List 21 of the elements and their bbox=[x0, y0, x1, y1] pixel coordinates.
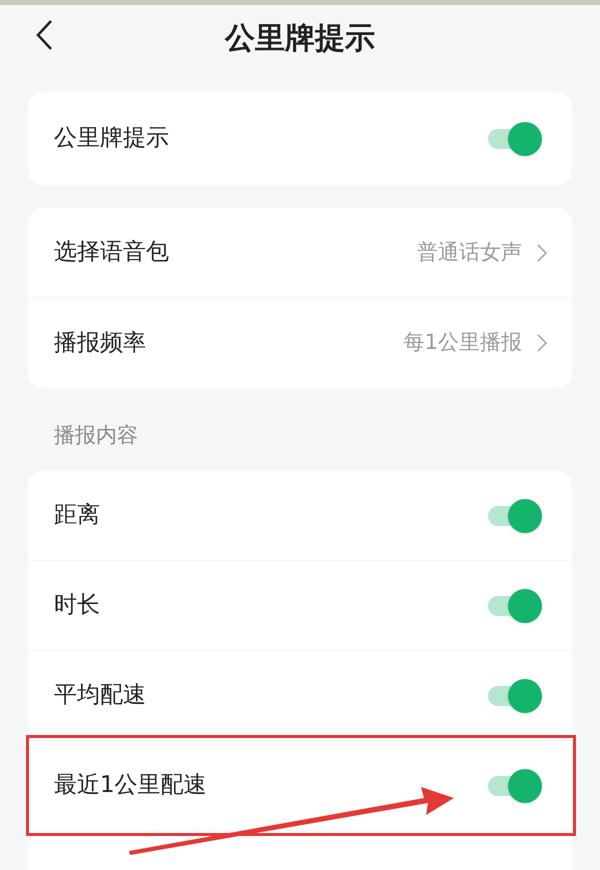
settings-row[interactable]: 选择语音包 普通话女声 bbox=[28, 208, 572, 298]
toggle-switch[interactable] bbox=[488, 588, 542, 622]
setting-label: 时长 bbox=[54, 591, 100, 620]
setting-label: 播报频率 bbox=[54, 328, 146, 358]
setting-label: 最近1公里配速 bbox=[54, 771, 207, 800]
section-label: 播报内容 bbox=[53, 422, 139, 449]
back-icon bbox=[35, 19, 53, 51]
toggle-switch[interactable] bbox=[488, 122, 542, 156]
setting-label: 距离 bbox=[54, 501, 100, 530]
setting-label: 公里牌提示 bbox=[54, 124, 169, 154]
setting-label: 选择语音包 bbox=[54, 238, 169, 268]
toggle-switch[interactable] bbox=[488, 678, 542, 712]
page-title: 公里牌提示 bbox=[225, 20, 375, 58]
toggle-switch[interactable] bbox=[488, 768, 542, 802]
setting-value: 每1公里播报 bbox=[404, 329, 522, 356]
chevron-right-icon bbox=[536, 333, 548, 353]
setting-value: 普通话女声 bbox=[417, 238, 522, 266]
settings-row[interactable]: 播报频率 每1公里播报 bbox=[28, 298, 572, 388]
setting-label: 平均配速 bbox=[54, 681, 146, 710]
chevron-right-icon bbox=[536, 242, 548, 262]
toggle-switch[interactable] bbox=[488, 498, 542, 532]
